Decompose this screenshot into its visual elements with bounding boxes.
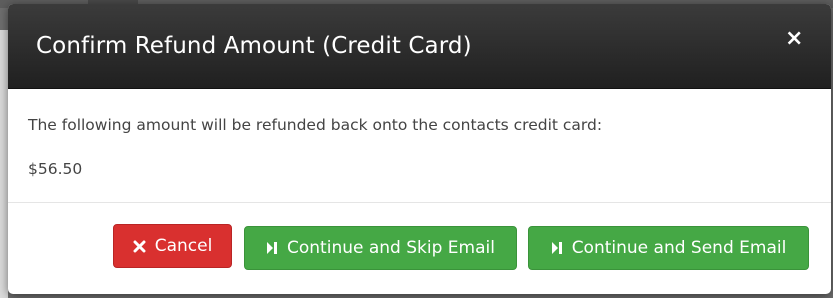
times-icon bbox=[133, 240, 146, 253]
modal-title: Confirm Refund Amount (Credit Card) bbox=[36, 33, 472, 59]
close-icon[interactable]: × bbox=[785, 28, 803, 50]
modal-footer: Cancel Continue and Skip Email Continue … bbox=[8, 203, 831, 294]
continue-skip-email-label: Continue and Skip Email bbox=[287, 238, 495, 258]
cancel-button[interactable]: Cancel bbox=[113, 224, 232, 268]
continue-send-email-label: Continue and Send Email bbox=[571, 238, 787, 258]
continue-send-email-button[interactable]: Continue and Send Email bbox=[528, 226, 809, 270]
cancel-button-label: Cancel bbox=[154, 236, 213, 256]
refund-confirm-modal: Confirm Refund Amount (Credit Card) × Th… bbox=[8, 4, 831, 294]
modal-body: The following amount will be refunded ba… bbox=[8, 89, 831, 203]
background-app-edge bbox=[0, 30, 8, 298]
continue-skip-email-button[interactable]: Continue and Skip Email bbox=[244, 226, 517, 270]
refund-amount: $56.50 bbox=[28, 160, 83, 178]
modal-header: Confirm Refund Amount (Credit Card) × bbox=[8, 4, 831, 89]
step-forward-icon bbox=[551, 241, 563, 255]
step-forward-icon bbox=[266, 241, 278, 255]
refund-message: The following amount will be refunded ba… bbox=[28, 116, 603, 134]
